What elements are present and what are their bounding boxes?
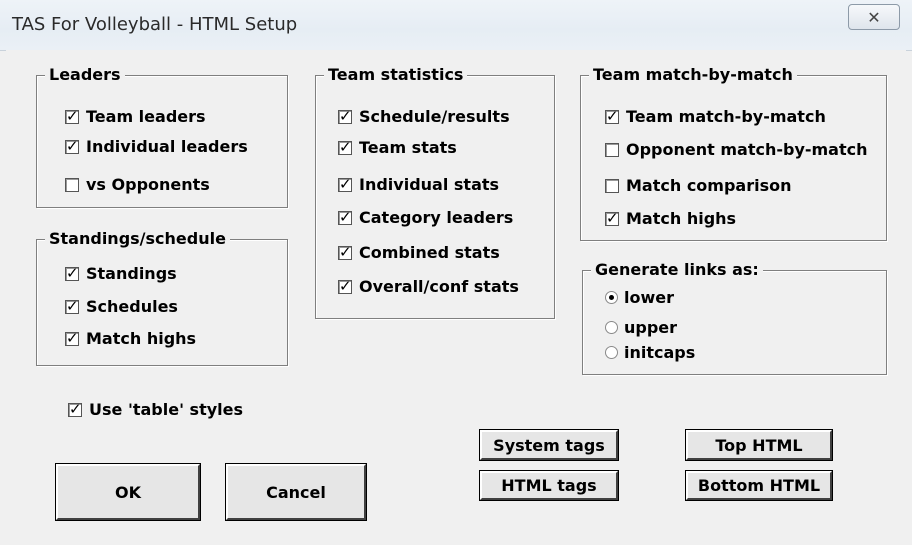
checkbox-label: Match comparison (626, 176, 792, 195)
cancel-button[interactable]: Cancel (225, 463, 367, 521)
checkbox-box[interactable] (605, 209, 619, 227)
checkbox-label: Standings (86, 264, 177, 283)
leaders-group: Leaders Team leaders Individual leaders … (36, 64, 288, 208)
checkbox-box[interactable] (338, 243, 352, 261)
radio-dot[interactable] (605, 291, 618, 304)
checkbox-box[interactable] (605, 142, 619, 157)
checkbox-label: Individual leaders (86, 137, 248, 156)
generate-links-group-title: Generate links as: (591, 259, 763, 281)
initcaps-radio[interactable]: initcaps (605, 343, 695, 362)
generate-links-group: Generate links as: lower upper initcaps (582, 259, 887, 375)
html-tags-button[interactable]: HTML tags (479, 470, 619, 501)
team-match-by-match-checkbox[interactable]: Team match-by-match (605, 107, 826, 126)
individual-leaders-checkbox[interactable]: Individual leaders (65, 137, 248, 156)
checkbox-box[interactable] (338, 138, 352, 156)
checkbox-box[interactable] (338, 107, 352, 125)
checkbox-label: Schedule/results (359, 107, 510, 126)
checkbox-label: Team stats (359, 138, 457, 157)
individual-stats-checkbox[interactable]: Individual stats (338, 175, 499, 194)
title-bar: TAS For Volleyball - HTML Setup ✕ (0, 0, 912, 51)
checkbox-label: Opponent match-by-match (626, 140, 868, 159)
checkbox-box[interactable] (605, 107, 619, 125)
checkbox-box[interactable] (65, 107, 79, 125)
checkbox-box[interactable] (65, 329, 79, 347)
checkbox-box[interactable] (65, 297, 79, 315)
checkbox-label: Overall/conf stats (359, 277, 519, 296)
checkbox-label: Schedules (86, 297, 178, 316)
checkbox-box[interactable] (65, 137, 79, 155)
mbm-match-highs-checkbox[interactable]: Match highs (605, 209, 736, 228)
checkbox-label: vs Opponents (86, 175, 210, 194)
checkbox-label: Match highs (86, 329, 197, 348)
radio-label: upper (624, 318, 678, 337)
lower-radio[interactable]: lower (605, 288, 674, 307)
dialog-body: Leaders Team leaders Individual leaders … (6, 50, 906, 538)
standings-group-title: Standings/schedule (45, 228, 230, 250)
system-tags-button[interactable]: System tags (479, 429, 619, 461)
bottom-html-button[interactable]: Bottom HTML (685, 470, 833, 501)
checkbox-box[interactable] (65, 264, 79, 282)
checkbox-label: Team leaders (86, 107, 206, 126)
standings-checkbox[interactable]: Standings (65, 264, 177, 283)
team-statistics-group: Team statistics Schedule/results Team st… (315, 64, 555, 319)
checkbox-label: Combined stats (359, 243, 500, 262)
match-comparison-checkbox[interactable]: Match comparison (605, 176, 792, 195)
team-mbm-group-title: Team match-by-match (589, 64, 797, 86)
team-match-by-match-group: Team match-by-match Team match-by-match … (580, 64, 887, 241)
schedule-results-checkbox[interactable]: Schedule/results (338, 107, 510, 126)
vs-opponents-checkbox[interactable]: vs Opponents (65, 175, 210, 194)
combined-stats-checkbox[interactable]: Combined stats (338, 243, 500, 262)
leaders-group-title: Leaders (45, 64, 125, 86)
top-html-button[interactable]: Top HTML (685, 429, 833, 461)
team-leaders-checkbox[interactable]: Team leaders (65, 107, 206, 126)
checkbox-box[interactable] (68, 400, 82, 418)
checkbox-box[interactable] (65, 177, 79, 192)
checkbox-box[interactable] (338, 175, 352, 193)
schedules-checkbox[interactable]: Schedules (65, 297, 178, 316)
window-title: TAS For Volleyball - HTML Setup (12, 14, 298, 35)
radio-dot[interactable] (605, 346, 618, 359)
radio-dot[interactable] (605, 321, 618, 334)
checkbox-box[interactable] (338, 277, 352, 295)
radio-label: lower (624, 288, 674, 307)
checkbox-label: Team match-by-match (626, 107, 826, 126)
team-stats-checkbox[interactable]: Team stats (338, 138, 457, 157)
checkbox-label: Individual stats (359, 175, 500, 194)
opponent-match-by-match-checkbox[interactable]: Opponent match-by-match (605, 140, 868, 159)
checkbox-label: Use 'table' styles (89, 400, 243, 419)
use-table-styles-checkbox[interactable]: Use 'table' styles (68, 400, 243, 419)
close-icon: ✕ (867, 8, 881, 27)
overall-conf-stats-checkbox[interactable]: Overall/conf stats (338, 277, 519, 296)
standings-schedule-group: Standings/schedule Standings Schedules M… (36, 228, 288, 366)
upper-radio[interactable]: upper (605, 318, 677, 337)
category-leaders-checkbox[interactable]: Category leaders (338, 208, 513, 227)
ok-button[interactable]: OK (55, 463, 201, 521)
match-highs-checkbox[interactable]: Match highs (65, 329, 196, 348)
checkbox-label: Match highs (626, 209, 737, 228)
checkbox-box[interactable] (605, 178, 619, 193)
checkbox-box[interactable] (338, 208, 352, 226)
close-button[interactable]: ✕ (848, 4, 900, 30)
team-statistics-group-title: Team statistics (324, 64, 468, 86)
checkbox-label: Category leaders (359, 208, 514, 227)
radio-label: initcaps (624, 343, 696, 362)
